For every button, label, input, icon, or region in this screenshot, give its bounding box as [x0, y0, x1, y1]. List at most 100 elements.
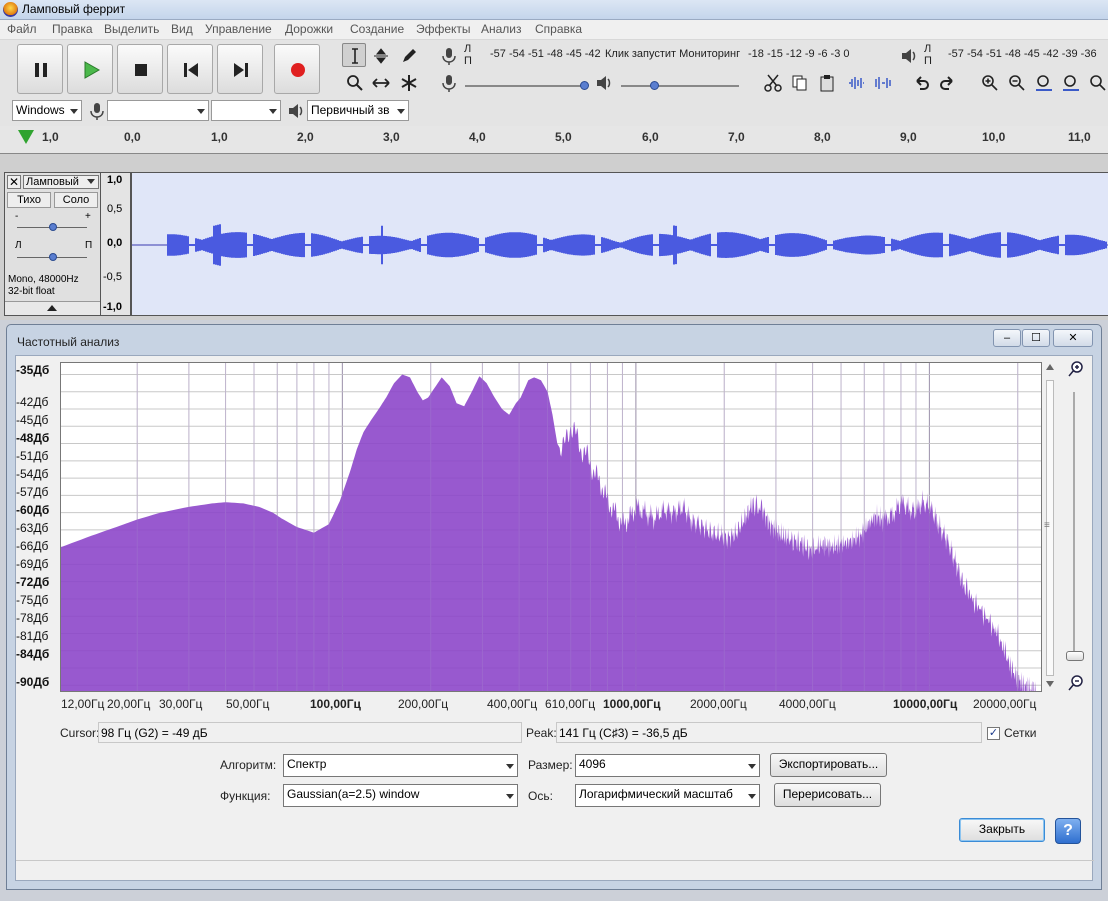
y-axis-label: -78Дб [16, 611, 49, 625]
record-volume-thumb[interactable] [580, 81, 589, 90]
silence-button[interactable] [870, 70, 894, 94]
play-head-icon[interactable] [18, 130, 34, 144]
menu-tracks[interactable]: Дорожки [285, 22, 333, 36]
redo-button[interactable] [935, 70, 959, 94]
zoom-toggle-button[interactable] [1085, 70, 1108, 94]
audio-host-select[interactable]: Windows [12, 100, 82, 121]
app-icon [3, 2, 18, 17]
help-button[interactable]: ? [1055, 818, 1081, 844]
zoom-in-button[interactable] [977, 70, 1001, 94]
zoom-out-button[interactable] [1004, 70, 1028, 94]
zoom-slider-track[interactable] [1073, 392, 1075, 658]
zoom-in-icon [1068, 361, 1083, 377]
chevron-down-icon [87, 179, 95, 184]
size-select[interactable]: 4096 [575, 754, 760, 777]
chevron-down-icon [70, 109, 78, 114]
record-meter-button[interactable] [436, 43, 460, 67]
gain-slider-thumb[interactable] [49, 223, 57, 231]
solo-button[interactable]: Соло [54, 192, 98, 208]
mute-button[interactable]: Тихо [7, 192, 51, 208]
skip-end-button[interactable] [217, 44, 263, 94]
menu-analyze[interactable]: Анализ [481, 22, 522, 36]
algorithm-select[interactable]: Спектр [283, 754, 518, 777]
menu-file[interactable]: Файл [7, 22, 37, 36]
pan-slider-thumb[interactable] [49, 253, 57, 261]
scroll-down-icon[interactable] [1046, 681, 1054, 687]
scroll-up-icon[interactable] [1046, 364, 1054, 370]
minimize-button[interactable]: ‒ [993, 329, 1021, 347]
y-axis-label: -72Дб [16, 575, 50, 589]
zoom-slider-thumb[interactable] [1066, 651, 1084, 661]
record-meter-hint[interactable]: Клик запустит Мониторинг [605, 48, 740, 60]
play-volume-slider[interactable] [621, 85, 739, 87]
zoom-selection-icon [1036, 75, 1052, 91]
menu-generate[interactable]: Создание [350, 22, 404, 36]
undo-icon [916, 76, 929, 90]
magnifier-icon [347, 75, 363, 91]
zoom-in-button[interactable] [1067, 360, 1085, 381]
pause-button[interactable] [17, 44, 63, 94]
multi-tool[interactable] [396, 70, 420, 94]
play-volume-thumb[interactable] [650, 81, 659, 90]
close-window-button[interactable]: ✕ [1053, 329, 1093, 347]
zoom-tool[interactable] [342, 70, 366, 94]
track-waveform[interactable] [131, 172, 1108, 316]
fit-project-button[interactable] [1058, 70, 1082, 94]
stop-button[interactable] [117, 44, 163, 94]
undo-button[interactable] [908, 70, 932, 94]
x-axis-label: 200,00Гц [398, 697, 449, 711]
chevron-down-icon [397, 109, 405, 114]
track-name-menu[interactable]: Ламповый [23, 175, 99, 189]
menu-transport[interactable]: Управление [205, 22, 272, 36]
play-button[interactable] [67, 44, 113, 94]
record-meter-scale: -57 -54 -51 -48 -45 -42 [490, 48, 601, 60]
track-bitdepth-info: 32-bit float [8, 286, 55, 297]
fit-selection-button[interactable] [1031, 70, 1055, 94]
microphone-icon [90, 103, 104, 120]
envelope-tool[interactable] [368, 43, 392, 67]
redraw-button[interactable]: Перерисовать... [774, 783, 881, 807]
chevron-down-icon [748, 794, 756, 799]
play-meter-scale: -57 -54 -51 -48 -45 -42 -39 -36 [948, 48, 1097, 60]
axis-select[interactable]: Логарифмический масштаб [575, 784, 760, 807]
export-button[interactable]: Экспортировать... [770, 753, 887, 777]
ruler-label: 1,0 [211, 130, 228, 144]
zoom-in-icon [982, 75, 998, 91]
menu-effects[interactable]: Эффекты [416, 22, 471, 36]
size-value: 4096 [579, 757, 606, 771]
zoom-out-button[interactable] [1067, 674, 1085, 695]
menu-help[interactable]: Справка [535, 22, 582, 36]
timeshift-tool[interactable] [368, 70, 392, 94]
size-label: Размер: [528, 758, 573, 772]
selection-tool[interactable] [342, 43, 366, 67]
ruler-label: 8,0 [814, 130, 831, 144]
function-select[interactable]: Gaussian(a=2.5) window [283, 784, 518, 807]
timeline-ruler[interactable]: 1,0 0,0 1,0 2,0 3,0 4,0 5,0 6,0 7,0 8,0 … [0, 126, 1108, 154]
draw-tool[interactable] [396, 43, 420, 67]
collapse-track-button[interactable] [5, 301, 100, 315]
trim-button[interactable] [843, 70, 867, 94]
ruler-label: 10,0 [982, 130, 1006, 144]
chevron-down-icon [506, 764, 514, 769]
menu-edit[interactable]: Правка [52, 22, 93, 36]
maximize-button[interactable]: ☐ [1022, 329, 1050, 347]
record-volume-slider[interactable] [465, 85, 587, 87]
input-device-select[interactable] [107, 100, 209, 121]
output-device-select[interactable]: Первичный зв [307, 100, 409, 121]
play-meter-button[interactable] [896, 43, 920, 67]
spectrum-plot[interactable] [60, 362, 1042, 701]
input-device-mic [84, 98, 108, 122]
paste-button[interactable] [814, 70, 838, 94]
input-channels-select[interactable] [211, 100, 281, 121]
grid-checkbox[interactable]: ✓ [987, 727, 1000, 740]
skip-start-button[interactable] [167, 44, 213, 94]
cut-button[interactable] [760, 70, 784, 94]
title-bar: Ламповый феррит [0, 0, 1108, 20]
record-button[interactable] [274, 44, 320, 94]
menu-select[interactable]: Выделить [104, 22, 159, 36]
menu-view[interactable]: Вид [171, 22, 193, 36]
copy-button[interactable] [787, 70, 811, 94]
close-button[interactable]: Закрыть [959, 818, 1045, 842]
track-close-button[interactable]: ✕ [7, 175, 21, 189]
envelope-icon [374, 48, 388, 64]
